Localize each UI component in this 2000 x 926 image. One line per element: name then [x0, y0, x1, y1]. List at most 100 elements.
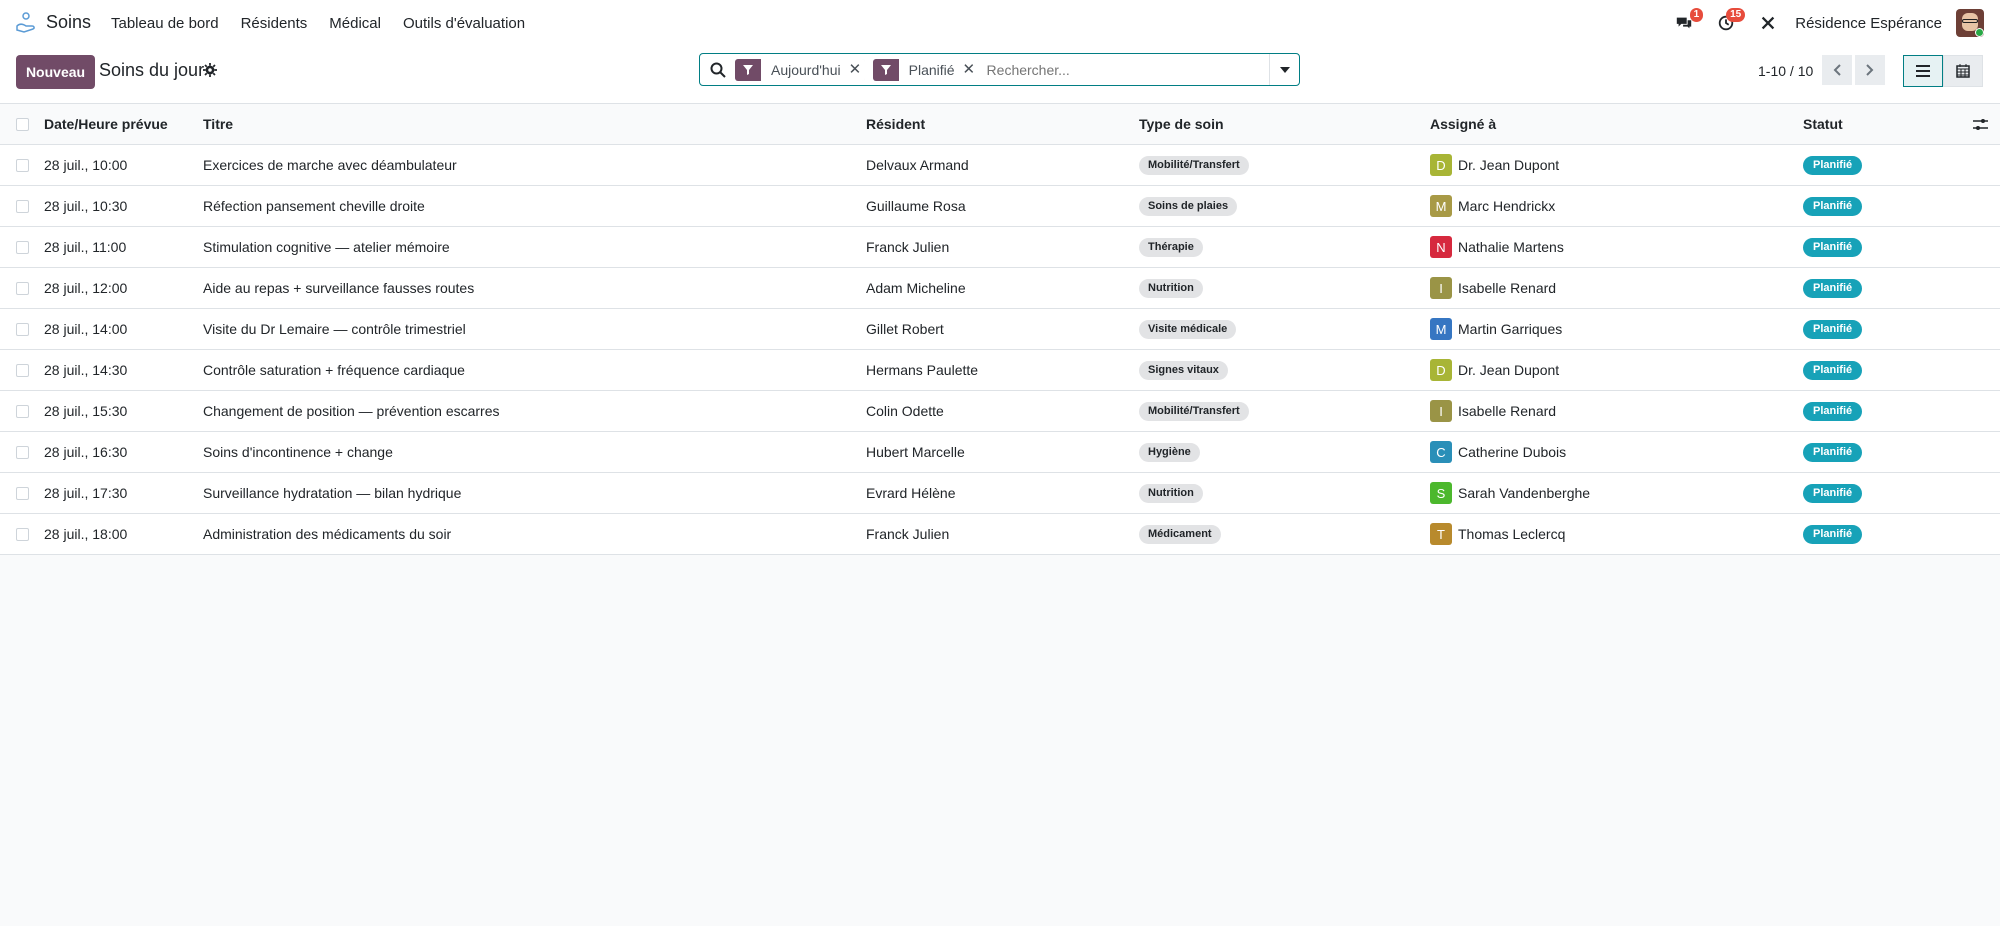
care-type-tag: Signes vitaux	[1139, 360, 1228, 380]
search-bar: Aujourd'hui ✕ Planifié ✕	[699, 53, 1300, 86]
status-badge: Planifié	[1803, 155, 1863, 175]
table-row[interactable]: 28 juil., 14:30 Contrôle saturation + fré…	[0, 350, 2000, 391]
cell-title: Changement de position — prévention esca…	[203, 403, 500, 419]
status-badge: Planifié	[1803, 319, 1863, 339]
care-list-table: Date/Heure prévue Titre Résident Type de…	[0, 104, 2000, 555]
assignee-avatar: I	[1430, 277, 1452, 299]
table-row[interactable]: 28 juil., 18:00 Administration des médica…	[0, 514, 2000, 555]
assignee-name: Dr. Jean Dupont	[1458, 157, 1560, 173]
page-title: Soins du jour	[99, 60, 205, 80]
cell-title: Aide au repas + surveillance fausses rou…	[203, 280, 475, 296]
row-checkbox[interactable]	[16, 405, 29, 418]
table-row[interactable]: 28 juil., 17:30 Surveillance hydratation …	[0, 473, 2000, 514]
app-name[interactable]: Soins	[46, 12, 91, 33]
pager-value[interactable]: 1-10 / 10	[1758, 63, 1813, 79]
table-row[interactable]: 28 juil., 10:00 Exercices de marche avec …	[0, 145, 2000, 186]
optional-columns-icon[interactable]	[1973, 117, 1988, 132]
assignee-name: Dr. Jean Dupont	[1458, 362, 1560, 378]
close-icon[interactable]: ✕	[848, 58, 865, 81]
care-type-tag: Médicament	[1139, 524, 1221, 544]
filter-icon	[743, 64, 753, 75]
chevron-left-icon	[1833, 64, 1841, 76]
cell-title: Visite du Dr Lemaire — contrôle trimestr…	[203, 321, 466, 337]
row-checkbox[interactable]	[16, 241, 29, 254]
debug-tools-button[interactable]	[1753, 8, 1783, 38]
cell-date: 28 juil., 11:00	[44, 239, 127, 255]
cell-resident: Delvaux Armand	[866, 157, 969, 173]
cell-assignee: M Marc Hendrickx	[1430, 186, 1555, 226]
cell-date: 28 juil., 10:30	[44, 198, 128, 214]
cell-resident: Hermans Paulette	[866, 362, 979, 378]
row-checkbox[interactable]	[16, 282, 29, 295]
care-type-tag: Nutrition	[1139, 278, 1203, 298]
table-row[interactable]: 28 juil., 15:30 Changement de position — …	[0, 391, 2000, 432]
assignee-avatar: N	[1430, 236, 1452, 258]
search-icon[interactable]	[709, 61, 727, 79]
search-options-toggle[interactable]	[1269, 54, 1299, 85]
menu-item-residents[interactable]: Résidents	[230, 15, 319, 32]
cell-date: 28 juil., 15:30	[44, 403, 128, 419]
row-checkbox[interactable]	[16, 446, 29, 459]
status-badge: Planifié	[1803, 442, 1863, 462]
care-hand-icon[interactable]	[14, 11, 38, 35]
care-type-tag: Hygiène	[1139, 442, 1200, 462]
calendar-icon	[1956, 64, 1970, 78]
row-checkbox[interactable]	[16, 364, 29, 377]
row-checkbox[interactable]	[16, 200, 29, 213]
row-checkbox[interactable]	[16, 323, 29, 336]
messages-counter: 1	[1689, 8, 1704, 22]
column-header-resident[interactable]: Résident	[866, 104, 925, 144]
filter-facet-today[interactable]: Aujourd'hui ✕	[735, 58, 865, 81]
row-checkbox[interactable]	[16, 159, 29, 172]
new-button[interactable]: Nouveau	[16, 55, 95, 89]
close-icon[interactable]: ✕	[962, 58, 979, 81]
calendar-view-button[interactable]	[1943, 55, 1983, 87]
care-type-tag: Nutrition	[1139, 483, 1203, 503]
assignee-name: Sarah Vandenberghe	[1458, 485, 1591, 501]
menu-item-medical[interactable]: Médical	[318, 15, 392, 32]
table-row[interactable]: 28 juil., 14:00 Visite du Dr Lemaire — co…	[0, 309, 2000, 350]
assignee-name: Marc Hendrickx	[1458, 198, 1556, 214]
menu-item-dashboard[interactable]: Tableau de bord	[100, 15, 230, 32]
column-header-status[interactable]: Statut	[1803, 104, 1843, 144]
user-avatar[interactable]	[1956, 9, 1984, 37]
cell-title: Exercices de marche avec déambulateur	[203, 157, 457, 173]
care-type-tag: Thérapie	[1139, 237, 1203, 257]
status-badge: Planifié	[1803, 360, 1863, 380]
cell-date: 28 juil., 10:00	[44, 157, 128, 173]
gear-icon[interactable]	[203, 63, 217, 77]
activities-counter: 15	[1726, 8, 1746, 22]
column-header-date[interactable]: Date/Heure prévue	[44, 104, 168, 144]
table-row[interactable]: 28 juil., 12:00 Aide au repas + surveilla…	[0, 268, 2000, 309]
table-row[interactable]: 28 juil., 11:00 Stimulation cognitive — a…	[0, 227, 2000, 268]
status-badge: Planifié	[1803, 483, 1863, 503]
company-switcher[interactable]: Résidence Espérance	[1795, 15, 1942, 32]
table-row[interactable]: 28 juil., 16:30 Soins d'incontinence + ch…	[0, 432, 2000, 473]
assignee-avatar: I	[1430, 400, 1452, 422]
assignee-avatar: M	[1430, 318, 1452, 340]
column-header-title[interactable]: Titre	[203, 104, 233, 144]
online-status-icon	[1975, 28, 1984, 37]
table-row[interactable]: 28 juil., 10:30 Réfection pansement chevi…	[0, 186, 2000, 227]
select-all-checkbox[interactable]	[16, 118, 29, 131]
table-header-row: Date/Heure prévue Titre Résident Type de…	[0, 104, 2000, 145]
filter-facet-planned[interactable]: Planifié ✕	[872, 58, 979, 81]
column-header-assignee[interactable]: Assigné à	[1430, 104, 1496, 144]
cell-date: 28 juil., 14:30	[44, 362, 128, 378]
assignee-avatar: D	[1430, 359, 1452, 381]
list-view-button[interactable]	[1903, 55, 1943, 87]
activities-button[interactable]: 15	[1711, 8, 1746, 38]
assignee-avatar: T	[1430, 523, 1452, 545]
cell-title: Administration des médicaments du soir	[203, 526, 452, 542]
cell-assignee: N Nathalie Martens	[1430, 227, 1564, 267]
row-checkbox[interactable]	[16, 528, 29, 541]
pager-previous-button[interactable]	[1822, 55, 1852, 85]
search-input[interactable]	[986, 55, 1269, 84]
messages-button[interactable]: 1	[1669, 8, 1704, 38]
menu-item-assessment-tools[interactable]: Outils d'évaluation	[392, 15, 536, 32]
row-checkbox[interactable]	[16, 487, 29, 500]
column-header-care-type[interactable]: Type de soin	[1139, 104, 1224, 144]
pager-next-button[interactable]	[1855, 55, 1885, 85]
assignee-avatar: C	[1430, 441, 1452, 463]
status-badge: Planifié	[1803, 401, 1863, 421]
